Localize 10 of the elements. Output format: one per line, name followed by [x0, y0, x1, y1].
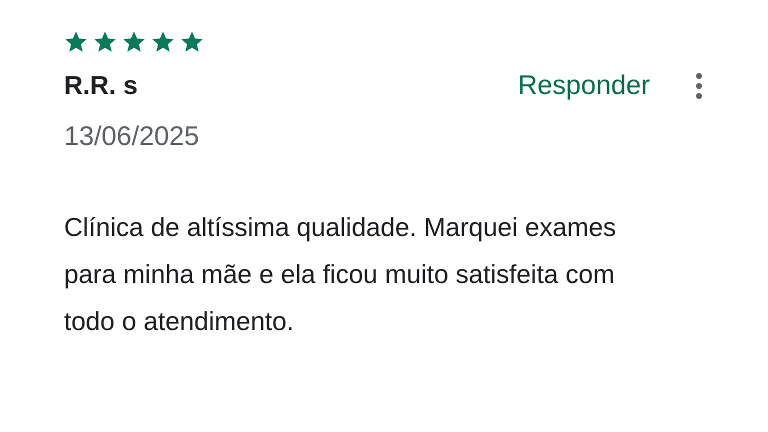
- review-text: Clínica de altíssima qualidade. Marquei exames para minha mãe e ela ficou muito satisfeita com todo o atendimento.: [64, 211, 618, 338]
- star-icon: [122, 30, 146, 54]
- more-options-icon[interactable]: [694, 72, 704, 100]
- star-icon: [151, 30, 175, 54]
- star-icon: [93, 30, 117, 54]
- review-date: 13/06/2025: [64, 121, 200, 152]
- star-icon: [64, 30, 88, 54]
- reply-link[interactable]: Responder: [518, 70, 650, 101]
- reviewer-name: R.R. s: [64, 70, 139, 101]
- star-icon: [180, 30, 204, 54]
